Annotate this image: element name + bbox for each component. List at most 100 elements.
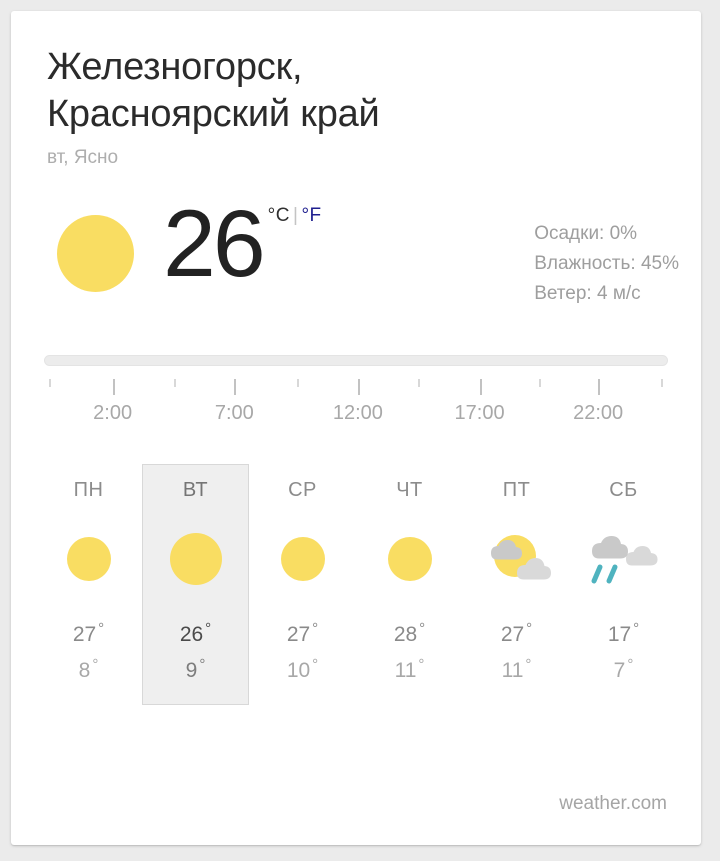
day-high-value: 17 xyxy=(607,623,632,646)
degree-symbol: ° xyxy=(627,656,634,673)
degree-symbol: ° xyxy=(526,620,533,637)
day-label: ПН xyxy=(73,479,104,501)
day-high-temp: 27 ° xyxy=(287,614,318,650)
day-temperatures: 17 ° 7 ° xyxy=(608,614,639,686)
wind-detail: Ветер: 4 м/с xyxy=(534,283,641,304)
timeline-ticks xyxy=(44,379,668,399)
day-label: СБ xyxy=(609,479,638,501)
degree-symbol: ° xyxy=(92,656,99,673)
timeline-tick xyxy=(234,379,237,395)
degree-symbol: ° xyxy=(98,620,105,637)
day-temperatures: 26 ° 9 ° xyxy=(180,614,211,686)
daily-forecast: ПН 27 ° 8 ° ВТ 26 ° 9 ° СР 27 ° 10 ° ЧТ 28 ° 11 ° ПТ 27 ° 11 ° СБ… xyxy=(11,464,701,705)
sun-icon xyxy=(387,537,432,581)
precipitation-detail: Осадки: 0% xyxy=(534,223,638,244)
day-label: ВТ xyxy=(182,479,209,501)
timeline-tick xyxy=(296,379,299,387)
day-label: ЧТ xyxy=(396,479,423,501)
degree-symbol: ° xyxy=(633,620,640,637)
timeline-tick xyxy=(660,379,663,387)
timeline-time-label: 7:00 xyxy=(214,402,254,424)
day-high-temp: 27 ° xyxy=(73,614,104,650)
day-column-вт[interactable]: ВТ 26 ° 9 ° xyxy=(142,464,249,705)
degree-symbol: ° xyxy=(199,656,206,673)
timeline-tick xyxy=(174,379,177,387)
day-high-value: 27 xyxy=(286,623,311,646)
day-column-чт[interactable]: ЧТ 28 ° 11 ° xyxy=(356,464,463,705)
sun-icon xyxy=(280,537,325,581)
day-low-value: 9 xyxy=(185,659,198,682)
day-high-value: 26 xyxy=(179,623,204,646)
day-weather-icon xyxy=(581,528,667,590)
day-column-пн[interactable]: ПН 27 ° 8 ° xyxy=(35,464,142,705)
sun-icon xyxy=(169,533,222,585)
current-details: Осадки: 0% Влажность: 45% Ветер: 4 м/с xyxy=(534,219,679,309)
day-low-value: 11 xyxy=(501,659,524,682)
day-weather-icon xyxy=(367,528,453,590)
day-label: ПТ xyxy=(502,479,531,501)
day-high-temp: 28 ° xyxy=(394,614,425,650)
unit-celsius[interactable]: °C xyxy=(268,205,290,226)
hourly-timeline: 2:00 7:00 12:00 17:00 22:00 xyxy=(11,355,701,428)
day-weather-icon xyxy=(153,528,239,590)
degree-symbol: ° xyxy=(312,620,319,637)
degree-symbol: ° xyxy=(418,656,425,673)
current-conditions: 26 °C | °F Осадки: 0% Влажность: 45% Ветер… xyxy=(11,197,701,309)
timeline-time-label: 2:00 xyxy=(93,402,133,424)
unit-separator: | xyxy=(293,205,299,226)
day-high-value: 27 xyxy=(72,623,97,646)
unit-fahrenheit[interactable]: °F xyxy=(301,205,321,226)
partly-cloudy-icon xyxy=(490,535,551,580)
day-weather-icon xyxy=(474,528,560,590)
day-low-temp: 9 ° xyxy=(180,650,211,686)
day-low-value: 7 xyxy=(613,659,626,682)
day-high-temp: 26 ° xyxy=(180,614,211,650)
day-high-temp: 27 ° xyxy=(501,614,532,650)
day-temperatures: 27 ° 8 ° xyxy=(73,614,104,686)
day-weather-icon xyxy=(260,528,346,590)
timeline-tick xyxy=(418,379,421,387)
day-low-temp: 11 ° xyxy=(501,650,532,686)
degree-symbol: ° xyxy=(312,656,319,673)
timeline-tick xyxy=(112,379,115,395)
humidity-detail: Влажность: 45% xyxy=(534,253,679,274)
timeline-tick xyxy=(479,379,482,395)
timeline-tick xyxy=(357,379,360,395)
day-weather-icon xyxy=(46,528,132,590)
degree-symbol: ° xyxy=(525,656,532,673)
day-low-value: 8 xyxy=(78,659,91,682)
day-low-value: 10 xyxy=(286,659,311,682)
timeline-time-label: 17:00 xyxy=(454,402,505,424)
timeline-tick xyxy=(598,379,601,395)
day-temperatures: 27 ° 11 ° xyxy=(501,614,532,686)
hourly-scrollbar[interactable] xyxy=(44,355,668,366)
sun-icon xyxy=(66,537,111,581)
day-low-temp: 8 ° xyxy=(73,650,104,686)
weather-card: Железногорск, Красноярский край вт, Ясно… xyxy=(11,11,701,845)
card-header: Железногорск, Красноярский край вт, Ясно xyxy=(11,11,701,169)
day-low-temp: 10 ° xyxy=(287,650,318,686)
current-temperature-block: 26 °C | °F xyxy=(163,197,322,292)
day-low-temp: 11 ° xyxy=(394,650,425,686)
timeline-tick xyxy=(48,379,51,387)
day-column-сб[interactable]: СБ 17 ° 7 ° xyxy=(570,464,677,705)
attribution-link[interactable]: weather.com xyxy=(559,793,667,815)
rain-icon xyxy=(591,536,657,584)
degree-symbol: ° xyxy=(419,620,426,637)
timeline-time-labels: 2:00 7:00 12:00 17:00 22:00 xyxy=(44,402,668,428)
condition-subtitle: вт, Ясно xyxy=(47,147,119,168)
timeline-time-label: 22:00 xyxy=(573,402,624,424)
day-high-value: 28 xyxy=(393,623,418,646)
day-high-temp: 17 ° xyxy=(608,614,639,650)
unit-toggle[interactable]: °C | °F xyxy=(268,205,322,227)
day-low-temp: 7 ° xyxy=(608,650,639,686)
day-column-пт[interactable]: ПТ 27 ° 11 ° xyxy=(463,464,570,705)
timeline-tick xyxy=(539,379,542,387)
timeline-time-label: 12:00 xyxy=(332,402,383,424)
day-temperatures: 27 ° 10 ° xyxy=(287,614,318,686)
degree-symbol: ° xyxy=(205,620,212,637)
current-temperature: 26 xyxy=(163,191,266,297)
day-column-ср[interactable]: СР 27 ° 10 ° xyxy=(249,464,356,705)
sun-icon xyxy=(57,215,134,292)
day-low-value: 11 xyxy=(394,659,417,682)
